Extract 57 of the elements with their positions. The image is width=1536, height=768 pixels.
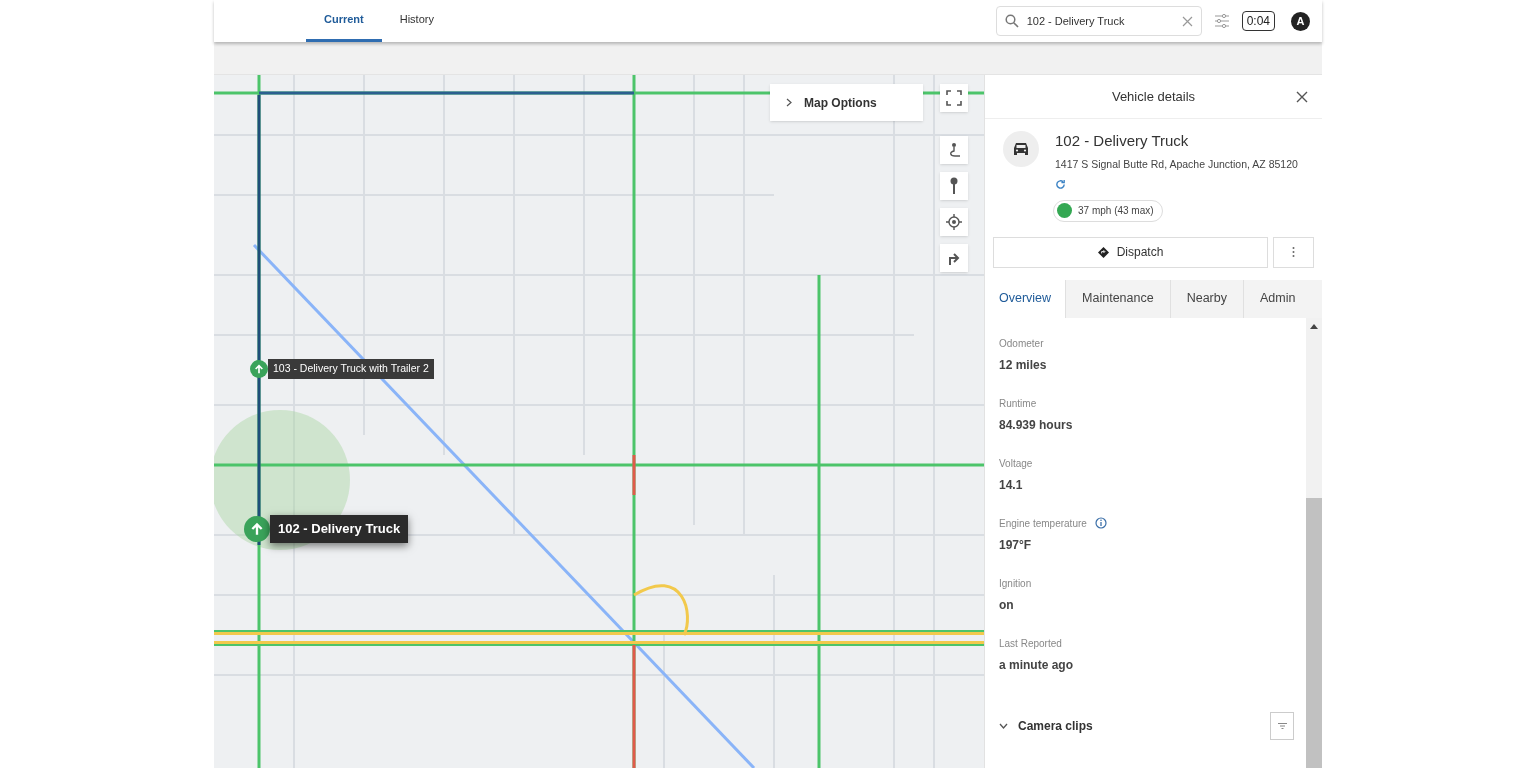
panel-title: Vehicle details [1111, 87, 1196, 106]
view-tab[interactable]: History [381, 0, 452, 42]
locate-icon [946, 214, 962, 230]
vehicle-marker[interactable] [244, 515, 270, 542]
scrollbar[interactable] [1306, 317, 1322, 768]
dispatch-button[interactable]: Dispatch [993, 236, 1268, 268]
route-button[interactable] [940, 136, 968, 164]
locate-button[interactable] [940, 208, 968, 236]
field-label: Odometer [999, 336, 1044, 351]
panel-tab[interactable]: Admin [1242, 279, 1312, 318]
refresh-icon[interactable] [1055, 178, 1066, 190]
field-label: Last Reported [999, 636, 1062, 651]
search-bar[interactable]: 102 - Delivery Truck [995, 6, 1202, 36]
pin-button[interactable] [940, 172, 968, 200]
car-icon [1013, 142, 1029, 156]
user-avatar[interactable]: A [1291, 11, 1310, 31]
arrow-up-icon [250, 521, 264, 536]
arrow-up-icon [254, 363, 264, 374]
diamond-arrow-icon [1097, 246, 1109, 258]
field-value: 14.1 [999, 476, 1024, 494]
filter-settings-icon[interactable] [1213, 13, 1230, 29]
panel-tab[interactable]: Overview [985, 279, 1066, 318]
field-label: Ignition [999, 576, 1032, 591]
panel-tab[interactable]: Nearby [1169, 279, 1243, 318]
vehicle-name: 102 - Delivery Truck [1055, 131, 1190, 151]
pin-icon [949, 177, 959, 195]
search-icon [1004, 14, 1019, 28]
speed-text: 37 mph (43 max) [1078, 204, 1154, 219]
fullscreen-icon [946, 90, 962, 106]
field-label: Runtime [999, 396, 1037, 411]
field-value: 84.939 hours [999, 416, 1074, 434]
vehicle-address: 1417 S Signal Butte Rd, Apache Junction, AZ 85120 [1055, 157, 1298, 172]
chevron-right-icon [786, 98, 792, 107]
section-heading: Camera clips [1018, 717, 1093, 735]
panel-tab[interactable]: Maintenance [1065, 279, 1170, 318]
turn-arrow-icon [947, 251, 961, 265]
field-label: Engine temperature [999, 516, 1087, 531]
field-label: Voltage [999, 456, 1033, 471]
more-vertical-icon [1292, 247, 1295, 258]
map-options-button[interactable]: Map Options [770, 84, 923, 121]
field-value: 197°F [999, 536, 1033, 554]
search-input[interactable]: 102 - Delivery Truck [1026, 12, 1174, 30]
close-icon[interactable] [1296, 90, 1308, 103]
chevron-down-icon[interactable] [999, 722, 1008, 729]
filter-icon [1277, 722, 1287, 729]
field-value: on [999, 596, 1015, 614]
field-value: 12 miles [999, 356, 1048, 374]
directions-button[interactable] [940, 244, 968, 272]
vehicle-label[interactable]: 103 - Delivery Truck with Trailer 2 [268, 359, 434, 379]
vehicle-label[interactable]: 102 - Delivery Truck [270, 515, 409, 543]
fullscreen-button[interactable] [940, 84, 968, 112]
refresh-timer[interactable]: 0:04 [1241, 11, 1275, 31]
vehicle-marker[interactable] [250, 359, 268, 378]
scroll-up-icon[interactable] [1310, 323, 1318, 329]
clear-icon[interactable] [1181, 15, 1193, 27]
field-value: a minute ago [999, 656, 1074, 674]
info-icon[interactable] [1094, 517, 1107, 530]
